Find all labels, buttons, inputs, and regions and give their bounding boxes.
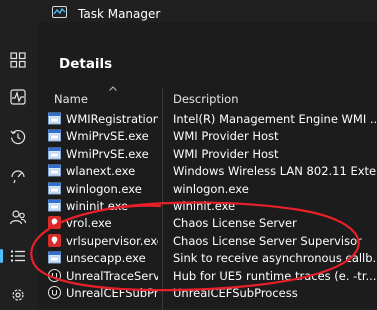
startup-apps-icon — [11, 170, 25, 184]
column-header-name[interactable]: Name — [54, 92, 88, 106]
table-row[interactable]: WMIRegistration... Intel(R) Management E… — [38, 110, 377, 127]
exe-window-icon — [48, 112, 61, 125]
process-description: Chaos License Server — [173, 216, 297, 231]
exe-window-icon — [48, 199, 61, 212]
processes-grid-icon — [10, 52, 26, 68]
nav-startup-apps[interactable] — [0, 162, 38, 190]
chaos-red-icon — [48, 216, 61, 230]
table-row[interactable]: winlogon.exe winlogon.exe — [38, 180, 377, 197]
process-description: winlogon.exe — [173, 181, 249, 196]
process-description: wininit.exe — [173, 198, 236, 213]
nav-users[interactable] — [0, 203, 38, 231]
process-table: WMIRegistration... Intel(R) Management E… — [38, 110, 377, 301]
table-row[interactable]: unsecapp.exe Sink to receive asynchronou… — [38, 249, 377, 266]
table-row[interactable]: WmiPrvSE.exe WMI Provider Host — [38, 145, 377, 162]
exe-window-icon — [48, 147, 61, 160]
process-name: UnrealCEFSubPro... — [66, 285, 158, 300]
sidebar — [0, 22, 38, 308]
app-title: Task Manager — [78, 7, 161, 21]
nav-performance[interactable] — [0, 83, 38, 111]
details-list-icon — [11, 250, 25, 262]
table-row[interactable]: UnrealTraceServe... Hub for UE5 runtime … — [38, 267, 377, 284]
exe-window-icon — [48, 164, 61, 177]
nav-processes[interactable] — [0, 46, 38, 74]
table-row[interactable]: UnrealCEFSubPro... UnrealCEFSubProcess — [38, 284, 377, 301]
table-row[interactable]: wininit.exe wininit.exe — [38, 197, 377, 214]
page-title: Details — [59, 56, 113, 72]
process-name: WmiPrvSE.exe — [66, 146, 149, 161]
process-name: wlanext.exe — [66, 164, 136, 179]
process-name: WMIRegistration... — [66, 112, 158, 126]
exe-window-icon — [48, 129, 61, 142]
task-manager-icon — [52, 6, 67, 18]
unreal-icon — [48, 285, 61, 299]
users-icon — [9, 210, 27, 225]
process-description: Sink to receive asynchronous callb... — [173, 251, 377, 266]
process-name: vrol.exe — [66, 216, 112, 231]
process-description: Chaos License Server Supervisor — [173, 233, 362, 248]
process-description: WMI Provider Host — [173, 146, 279, 161]
exe-window-icon — [48, 182, 61, 195]
process-name: UnrealTraceServe... — [66, 268, 158, 283]
unreal-icon — [48, 268, 61, 282]
table-row[interactable]: vrol.exe Chaos License Server — [38, 214, 377, 231]
table-row[interactable]: WmiPrvSE.exe WMI Provider Host — [38, 127, 377, 144]
process-name: vrlsupervisor.exe — [66, 233, 158, 248]
main-panel: Details Name Description WMIRegistration… — [38, 22, 377, 310]
nav-app-history[interactable] — [0, 123, 38, 151]
process-name: WmiPrvSE.exe — [66, 129, 149, 144]
process-description: Intel(R) Management Engine WMI ... — [173, 112, 377, 126]
table-row[interactable]: wlanext.exe Windows Wireless LAN 802.11 … — [38, 162, 377, 179]
process-description: WMI Provider Host — [173, 129, 279, 144]
nav-services[interactable] — [0, 280, 38, 308]
performance-pulse-icon — [10, 89, 26, 105]
column-header-description[interactable]: Description — [173, 92, 239, 106]
chevron-up-icon — [109, 86, 117, 91]
process-description: Hub for UE5 runtime traces (e. -tr... — [173, 268, 377, 283]
app-history-icon — [10, 129, 26, 145]
table-row[interactable]: vrlsupervisor.exe Chaos License Server S… — [38, 232, 377, 249]
process-description: Windows Wireless LAN 802.11 Exte... — [173, 164, 377, 179]
title-bar: Task Manager — [0, 0, 377, 22]
nav-details[interactable] — [0, 242, 38, 270]
chaos-red-icon — [48, 233, 61, 247]
process-name: unsecapp.exe — [66, 251, 146, 266]
process-name: wininit.exe — [66, 198, 129, 213]
exe-window-icon — [48, 251, 61, 264]
process-name: winlogon.exe — [66, 181, 142, 196]
services-gear-icon — [12, 289, 24, 301]
process-description: UnrealCEFSubProcess — [173, 285, 298, 300]
